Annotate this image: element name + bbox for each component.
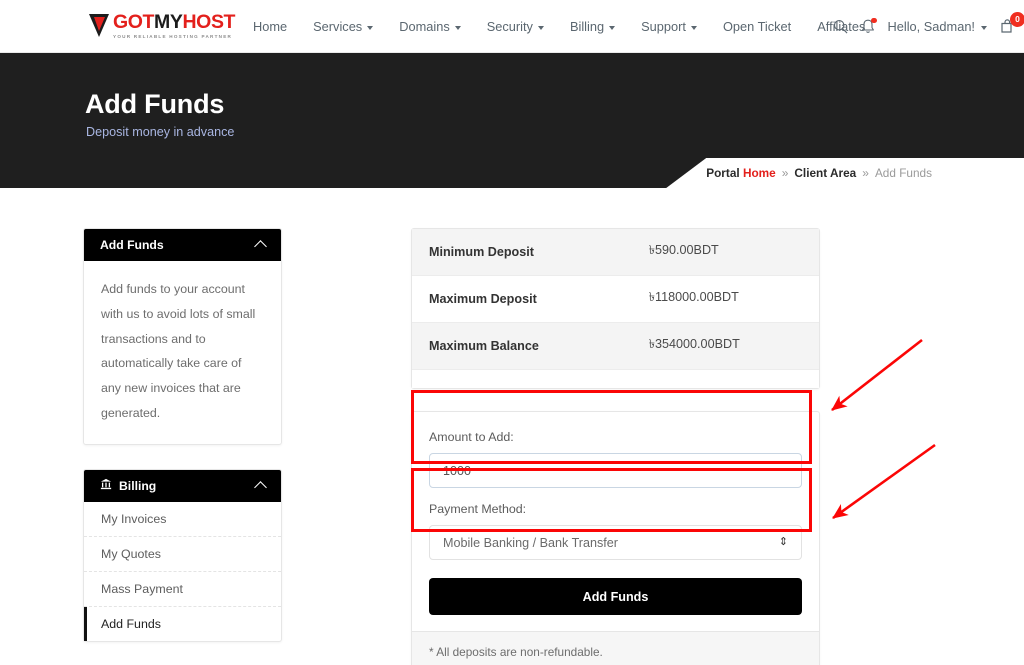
nav-label: Support <box>641 19 686 34</box>
chevron-down-icon <box>367 26 373 30</box>
logo-text-got: GOT <box>113 11 154 33</box>
sidebar-billing-panel: Billing My Invoices My Quotes Mass Payme… <box>83 469 282 642</box>
sidebar-item-add-funds[interactable]: Add Funds <box>84 607 281 641</box>
amount-input[interactable] <box>429 453 802 488</box>
table-row: Maximum Balance ৳354000.00BDT <box>412 323 819 370</box>
sidebar-item-my-invoices[interactable]: My Invoices <box>84 502 281 537</box>
main-column: Minimum Deposit ৳590.00BDT Maximum Depos… <box>411 228 820 665</box>
nav-label: Billing <box>570 19 604 34</box>
limit-value: ৳590.00BDT <box>632 229 819 276</box>
sidebar-billing-menu: My Invoices My Quotes Mass Payment Add F… <box>84 502 281 641</box>
breadcrumb-item-portal-home[interactable]: Portal Home <box>706 166 776 180</box>
nav-label: Home <box>253 19 287 34</box>
breadcrumb-portal-text: Portal <box>706 166 743 180</box>
cart-count-badge: 0 <box>1010 12 1024 27</box>
shopping-cart-icon[interactable]: 0 <box>1000 19 1016 35</box>
nav-item-domains[interactable]: Domains <box>386 19 474 34</box>
chevron-down-icon <box>609 26 615 30</box>
table-row: Minimum Deposit ৳590.00BDT <box>412 229 819 276</box>
page-title: Add Funds <box>85 89 224 120</box>
main-menu: Home Services Domains Security Billing S… <box>240 0 878 53</box>
limit-label: Maximum Deposit <box>412 276 632 323</box>
sidebar-info-panel-body: Add funds to your account with us to avo… <box>84 261 281 444</box>
arrow-to-amount-field <box>832 340 922 410</box>
limit-label: Minimum Deposit <box>412 229 632 276</box>
chevron-up-icon[interactable] <box>254 481 267 494</box>
logo-text-my: MY <box>154 11 182 33</box>
limit-value: ৳354000.00BDT <box>632 323 819 370</box>
nav-label: Services <box>313 19 362 34</box>
table-row: Maximum Deposit ৳118000.00BDT <box>412 276 819 323</box>
chevron-down-icon <box>691 26 697 30</box>
sidebar-info-panel: Add Funds Add funds to your account with… <box>83 228 282 445</box>
page-root: GOTMYHOST YOUR RELIABLE HOSTING PARTNER … <box>0 0 1024 665</box>
chevron-down-icon <box>981 26 987 30</box>
site-logo[interactable]: GOTMYHOST YOUR RELIABLE HOSTING PARTNER <box>88 13 235 39</box>
sidebar: Add Funds Add funds to your account with… <box>83 228 282 665</box>
chevron-down-icon <box>455 26 461 30</box>
sidebar-billing-panel-header[interactable]: Billing <box>84 470 281 502</box>
payment-method-selected-value: Mobile Banking / Bank Transfer <box>443 536 618 550</box>
amount-label: Amount to Add: <box>429 430 802 444</box>
nav-label: Security <box>487 19 533 34</box>
sidebar-info-panel-header[interactable]: Add Funds <box>84 229 281 261</box>
top-navigation-bar: GOTMYHOST YOUR RELIABLE HOSTING PARTNER … <box>0 0 1024 53</box>
payment-method-select[interactable]: Mobile Banking / Bank Transfer ⇕ <box>429 525 802 560</box>
limit-label: Maximum Balance <box>412 323 632 370</box>
deposit-limits-card: Minimum Deposit ৳590.00BDT Maximum Depos… <box>411 228 820 389</box>
notification-dot <box>871 18 877 24</box>
payment-method-label: Payment Method: <box>429 502 802 516</box>
amount-field-group: Amount to Add: <box>429 430 802 488</box>
breadcrumb-separator: » <box>782 166 789 180</box>
nav-label: Domains <box>399 19 450 34</box>
deposit-limits-table: Minimum Deposit ৳590.00BDT Maximum Depos… <box>412 229 819 370</box>
user-greeting: Hello, Sadman! <box>888 19 976 34</box>
chevron-up-icon[interactable] <box>254 240 267 253</box>
page-hero-banner: Add Funds Deposit money in advance Porta… <box>0 53 1024 188</box>
table-spacer <box>412 370 819 388</box>
user-menu[interactable]: Hello, Sadman! <box>888 19 988 34</box>
chevron-down-icon <box>538 26 544 30</box>
nav-right-tools: Hello, Sadman! 0 <box>833 0 1017 53</box>
nav-item-services[interactable]: Services <box>300 19 386 34</box>
nav-item-open-ticket[interactable]: Open Ticket <box>710 19 804 34</box>
search-icon[interactable] <box>833 19 848 34</box>
logo-text-host: HOST <box>183 11 236 33</box>
nav-item-home[interactable]: Home <box>240 19 300 34</box>
limit-value: ৳118000.00BDT <box>632 276 819 323</box>
arrow-to-payment-method <box>833 445 935 518</box>
form-footnote: * All deposits are non-refundable. <box>412 631 819 665</box>
nav-label: Open Ticket <box>723 19 791 34</box>
nav-item-billing[interactable]: Billing <box>557 19 628 34</box>
sidebar-info-panel-title: Add Funds <box>100 238 164 252</box>
payment-method-group: Payment Method: Mobile Banking / Bank Tr… <box>429 502 802 560</box>
breadcrumb-separator: » <box>862 166 869 180</box>
breadcrumb-home-text: Home <box>743 166 776 180</box>
breadcrumb: Portal Home » Client Area » Add Funds <box>666 158 1024 188</box>
add-funds-form-card: Amount to Add: Payment Method: Mobile Ba… <box>411 411 820 665</box>
logo-mark-icon <box>88 13 110 38</box>
add-funds-button[interactable]: Add Funds <box>429 578 802 615</box>
select-updown-arrow-icon: ⇕ <box>779 537 788 548</box>
page-subtitle: Deposit money in advance <box>86 125 234 139</box>
sidebar-billing-panel-title: Billing <box>119 479 156 493</box>
nav-item-support[interactable]: Support <box>628 19 710 34</box>
breadcrumb-notch <box>666 158 706 188</box>
nav-item-security[interactable]: Security <box>474 19 557 34</box>
logo-tagline: YOUR RELIABLE HOSTING PARTNER <box>113 35 235 40</box>
sidebar-item-my-quotes[interactable]: My Quotes <box>84 537 281 572</box>
sidebar-item-mass-payment[interactable]: Mass Payment <box>84 572 281 607</box>
bank-icon <box>100 478 112 493</box>
breadcrumb-item-current: Add Funds <box>875 166 932 180</box>
notification-bell-icon[interactable] <box>861 19 875 35</box>
breadcrumb-item-client-area[interactable]: Client Area <box>794 166 856 180</box>
